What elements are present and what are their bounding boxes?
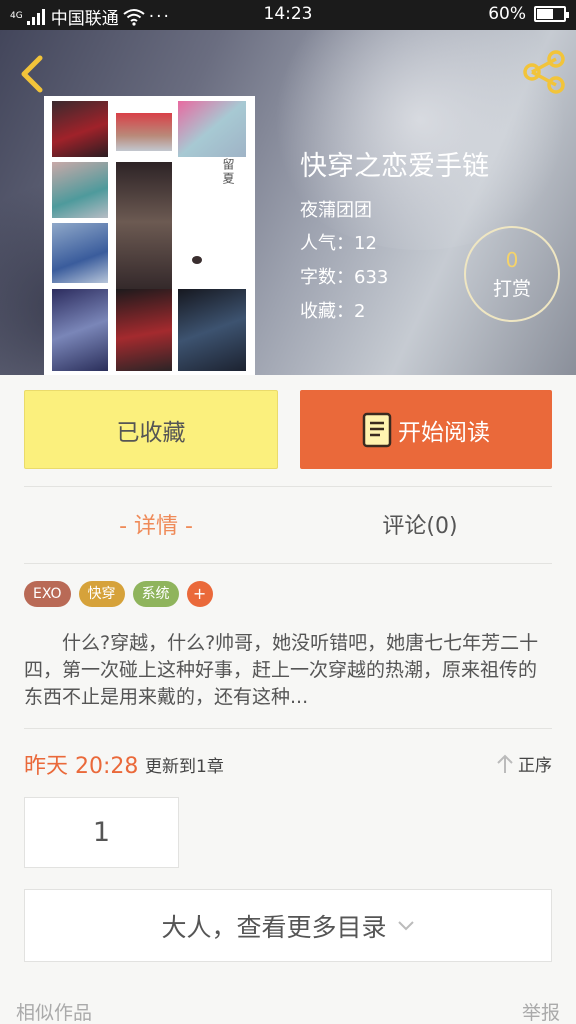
tag-exo[interactable]: EXO <box>24 581 71 607</box>
status-bar: 4G 中国联通 ··· 14:23 60% <box>0 0 576 30</box>
collected-label: 已收藏 <box>116 419 186 446</box>
arrow-up-icon <box>497 754 513 773</box>
tip-button[interactable]: 0 打赏 <box>464 226 560 322</box>
start-reading-button[interactable]: 开始阅读 <box>300 390 552 469</box>
report-link[interactable]: 举报 <box>522 998 560 1024</box>
tab-comments[interactable]: 评论(0) <box>288 508 552 548</box>
add-tag-button[interactable]: + <box>186 581 213 607</box>
sort-toggle[interactable]: 正序 <box>496 751 552 776</box>
status-right: 60% <box>488 4 569 24</box>
tip-label: 打赏 <box>492 278 531 300</box>
book-icon <box>362 412 392 447</box>
book-summary[interactable]: 什么?穿越，什么?帅哥，她没听错吧，她唐七七年芳二十四，第一次碰上这种好事，赶上… <box>24 630 552 711</box>
divider <box>24 486 552 487</box>
tag-kuaichuan[interactable]: 快穿 <box>78 581 125 607</box>
cover-title-art: 留夏 <box>221 158 235 186</box>
back-icon[interactable] <box>14 52 50 96</box>
chevron-down-icon <box>397 920 414 930</box>
book-word-count: 字数：633 <box>300 267 389 288</box>
book-author[interactable]: 夜蒲团团 <box>300 196 372 222</box>
more-catalog-label: 大人，查看更多目录 <box>161 912 387 942</box>
divider <box>24 563 552 564</box>
update-time: 昨天 20:28 <box>24 754 139 779</box>
collected-button[interactable]: 已收藏 <box>24 390 278 469</box>
tag-list: EXO 快穿 系统 + <box>24 581 213 607</box>
sort-label: 正序 <box>518 756 552 776</box>
book-cover[interactable]: 留夏 <box>44 96 255 375</box>
tip-count: 0 <box>505 248 519 272</box>
book-header: 留夏 快穿之恋爱手链 夜蒲团团 人气：12 字数：633 收藏：2 0 打赏 <box>0 30 576 375</box>
more-catalog-button[interactable]: 大人，查看更多目录 <box>24 889 552 962</box>
book-title: 快穿之恋爱手链 <box>300 151 489 182</box>
chapter-item[interactable]: 1 <box>24 797 179 868</box>
book-popularity: 人气：12 <box>300 233 377 254</box>
divider <box>24 728 552 729</box>
similar-works-heading: 相似作品 <box>16 1002 93 1024</box>
tag-system[interactable]: 系统 <box>132 581 179 607</box>
update-text: 更新到1章 <box>145 757 224 777</box>
battery-percent: 60% <box>488 4 526 24</box>
share-icon[interactable] <box>520 48 568 96</box>
book-favorites: 收藏：2 <box>300 301 366 322</box>
start-reading-label: 开始阅读 <box>398 419 490 446</box>
tab-details[interactable]: - 详情 - <box>24 508 288 548</box>
battery-icon <box>534 6 569 22</box>
